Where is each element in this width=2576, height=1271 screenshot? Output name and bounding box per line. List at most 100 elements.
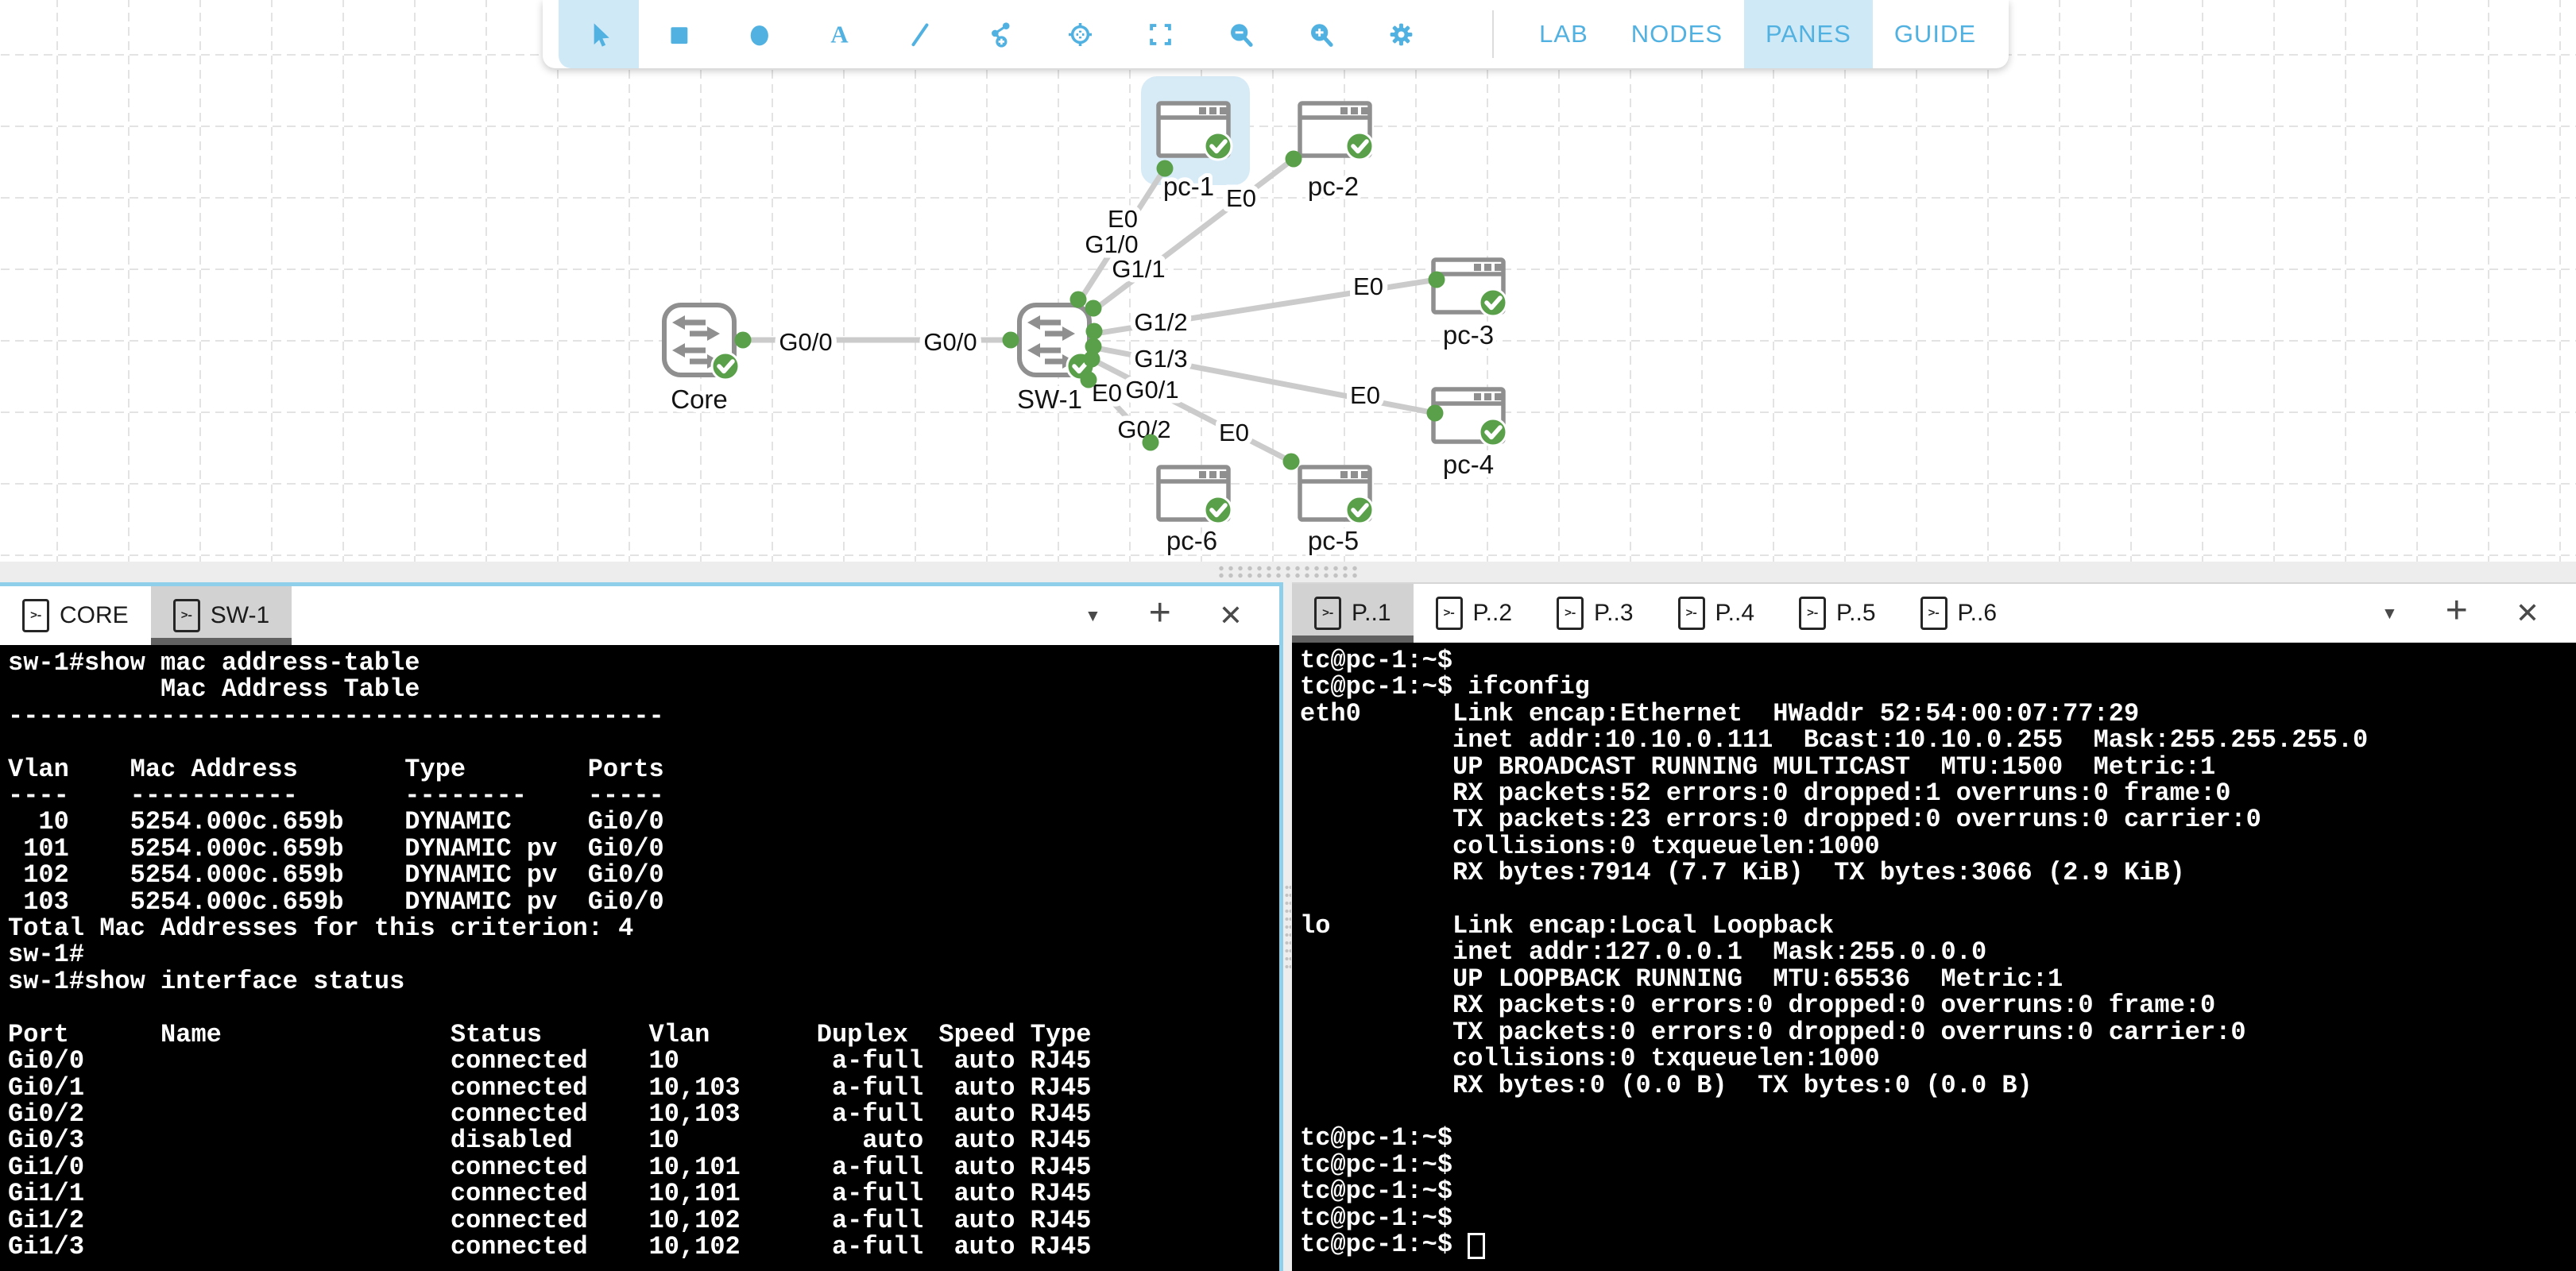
floating-toolbar: LABNODESPANESGUIDE bbox=[543, 0, 2009, 68]
add-pane-icon[interactable]: + bbox=[1149, 594, 1171, 632]
horizontal-pane-divider[interactable] bbox=[0, 562, 2576, 582]
nav-tab-guide[interactable]: GUIDE bbox=[1873, 0, 1998, 68]
vertical-pane-divider[interactable] bbox=[1283, 582, 1292, 1271]
add-node-tool-button[interactable] bbox=[960, 0, 1040, 68]
status-check-icon bbox=[1346, 133, 1373, 160]
zoom-in-tool-button[interactable] bbox=[1281, 0, 1361, 68]
node-label: pc-3 bbox=[1443, 320, 1494, 350]
nav-tab-lab[interactable]: LAB bbox=[1518, 0, 1610, 68]
terminal-icon bbox=[1678, 597, 1705, 630]
terminal-tab-SW-1[interactable]: SW-1 bbox=[151, 586, 292, 645]
terminal-tab-P..1[interactable]: P..1 bbox=[1292, 584, 1414, 643]
node-label: pc-6 bbox=[1166, 526, 1217, 555]
terminal-tabbar-right: P..1 P..2 P..3 P..4 P..5 P..6 ▼ + ✕ bbox=[1292, 584, 2576, 643]
settings-tool-button[interactable] bbox=[1361, 0, 1441, 68]
link-label: G1/2 bbox=[1134, 308, 1187, 336]
node-pc-6[interactable] bbox=[1158, 467, 1232, 523]
link-endpoint-dot bbox=[1070, 292, 1087, 308]
terminal-pane-left: CORE SW-1 ▼ + ✕ sw-1#show mac address-table… bbox=[0, 582, 1283, 1271]
terminal-tab-CORE[interactable]: CORE bbox=[0, 586, 151, 645]
status-check-icon bbox=[1479, 419, 1507, 446]
topology-canvas[interactable]: G0/0G0/0E0G1/0G1/1E0G1/2E0G1/3E0G0/1E0G0… bbox=[0, 0, 2576, 562]
terminal-tabs-right: P..1 P..2 P..3 P..4 P..5 P..6 bbox=[1292, 584, 2019, 643]
node-pc-2[interactable] bbox=[1300, 103, 1373, 160]
close-pane-icon[interactable]: ✕ bbox=[2516, 599, 2539, 628]
link-endpoint-dot bbox=[1429, 272, 1445, 288]
node-pc-5[interactable] bbox=[1300, 467, 1373, 523]
link-endpoint-dot bbox=[1427, 405, 1444, 422]
node-Core[interactable] bbox=[664, 305, 739, 380]
fit-screen-tool-button[interactable] bbox=[1120, 0, 1201, 68]
terminal-tabs-left: CORE SW-1 bbox=[0, 586, 292, 645]
terminal-tabbar-left: CORE SW-1 ▼ + ✕ bbox=[0, 586, 1279, 645]
terminal-tab-label: SW-1 bbox=[211, 602, 269, 629]
link-endpoint-dot bbox=[1085, 300, 1102, 317]
pane-controls-left: ▼ + ✕ bbox=[1085, 586, 1279, 645]
terminal-icon bbox=[1436, 597, 1463, 630]
terminal-tab-label: P..3 bbox=[1594, 600, 1634, 627]
nav-tab-nodes[interactable]: NODES bbox=[1610, 0, 1744, 68]
collapse-pane-icon[interactable]: ▼ bbox=[1085, 608, 1101, 624]
drawing-tools bbox=[543, 0, 1441, 68]
terminal-tab-label: P..4 bbox=[1715, 600, 1755, 627]
link-endpoint-dot bbox=[1157, 160, 1174, 177]
node-pc-4[interactable] bbox=[1433, 389, 1507, 446]
link-endpoint-dot bbox=[1003, 332, 1019, 349]
terminal-tab-P..2[interactable]: P..2 bbox=[1414, 584, 1535, 643]
text-tool-button[interactable] bbox=[799, 0, 880, 68]
terminal-tab-P..3[interactable]: P..3 bbox=[1534, 584, 1656, 643]
rectangle-tool-button[interactable] bbox=[639, 0, 719, 68]
terminal-tab-P..6[interactable]: P..6 bbox=[1898, 584, 2020, 643]
link-label: G0/1 bbox=[1125, 376, 1178, 404]
node-label: pc-4 bbox=[1443, 450, 1494, 479]
link-endpoint-dot bbox=[1081, 372, 1097, 388]
crosshair-tool-button[interactable] bbox=[1040, 0, 1120, 68]
ellipse-tool-button[interactable] bbox=[719, 0, 799, 68]
status-check-icon bbox=[712, 353, 739, 380]
zoom-out-tool-button[interactable] bbox=[1201, 0, 1281, 68]
settings-icon bbox=[1387, 20, 1416, 49]
node-label: pc-5 bbox=[1308, 526, 1359, 555]
zoom-out-icon bbox=[1226, 20, 1255, 49]
link-label: E0 bbox=[1092, 379, 1122, 407]
pointer-tool-button[interactable] bbox=[559, 0, 639, 68]
terminal-pane-right: P..1 P..2 P..3 P..4 P..5 P..6 ▼ + ✕ tc@pc-1:~$ … bbox=[1292, 582, 2576, 1271]
fit-screen-icon bbox=[1146, 20, 1175, 49]
line-tool-button[interactable] bbox=[880, 0, 960, 68]
node-pc-1[interactable] bbox=[1158, 103, 1232, 160]
collapse-pane-icon[interactable]: ▼ bbox=[2381, 605, 2398, 622]
link-endpoint-dot bbox=[1283, 454, 1300, 470]
link-label: E0 bbox=[1226, 184, 1256, 212]
terminal-tab-label: CORE bbox=[60, 602, 129, 629]
canvas-grid bbox=[0, 0, 2576, 562]
link-label: G1/1 bbox=[1112, 255, 1165, 283]
status-check-icon bbox=[1479, 289, 1507, 316]
terminal-tab-label: P..5 bbox=[1836, 600, 1876, 627]
terminal-sw1[interactable]: sw-1#show mac address-table Mac Address … bbox=[0, 645, 1279, 1271]
terminal-icon bbox=[173, 599, 200, 632]
terminal-pc1[interactable]: tc@pc-1:~$ tc@pc-1:~$ ifconfig eth0 Link… bbox=[1292, 643, 2576, 1271]
terminal-icon bbox=[1314, 597, 1341, 630]
link-label: G0/0 bbox=[923, 328, 977, 356]
line-icon bbox=[905, 20, 934, 49]
terminal-cursor bbox=[1468, 1233, 1485, 1259]
divider-drag-handle-icon[interactable] bbox=[1285, 883, 1291, 971]
node-pc-3[interactable] bbox=[1433, 260, 1507, 316]
terminal-tab-label: P..1 bbox=[1352, 600, 1391, 627]
nav-tab-panes[interactable]: PANES bbox=[1744, 0, 1873, 68]
terminal-tab-P..4[interactable]: P..4 bbox=[1656, 584, 1777, 643]
nav-tabs: LABNODESPANESGUIDE bbox=[1518, 0, 1998, 68]
close-pane-icon[interactable]: ✕ bbox=[1219, 601, 1243, 630]
terminal-output-pc1: tc@pc-1:~$ tc@pc-1:~$ ifconfig eth0 Link… bbox=[1292, 643, 2576, 1257]
divider-drag-handle-icon[interactable] bbox=[1216, 565, 1360, 579]
link-label: E0 bbox=[1219, 419, 1249, 446]
link-endpoint-dot bbox=[1286, 151, 1302, 168]
zoom-in-icon bbox=[1306, 20, 1336, 49]
pointer-icon bbox=[584, 20, 613, 49]
terminal-tab-P..5[interactable]: P..5 bbox=[1777, 584, 1898, 643]
terminal-icon bbox=[1799, 597, 1826, 630]
add-pane-icon[interactable]: + bbox=[2446, 592, 2468, 630]
network-lab-app: G0/0G0/0E0G1/0G1/1E0G1/2E0G1/3E0G0/1E0G0… bbox=[0, 0, 2576, 1271]
link-label: G0/0 bbox=[779, 328, 832, 356]
node-SW-1[interactable] bbox=[1019, 305, 1094, 380]
